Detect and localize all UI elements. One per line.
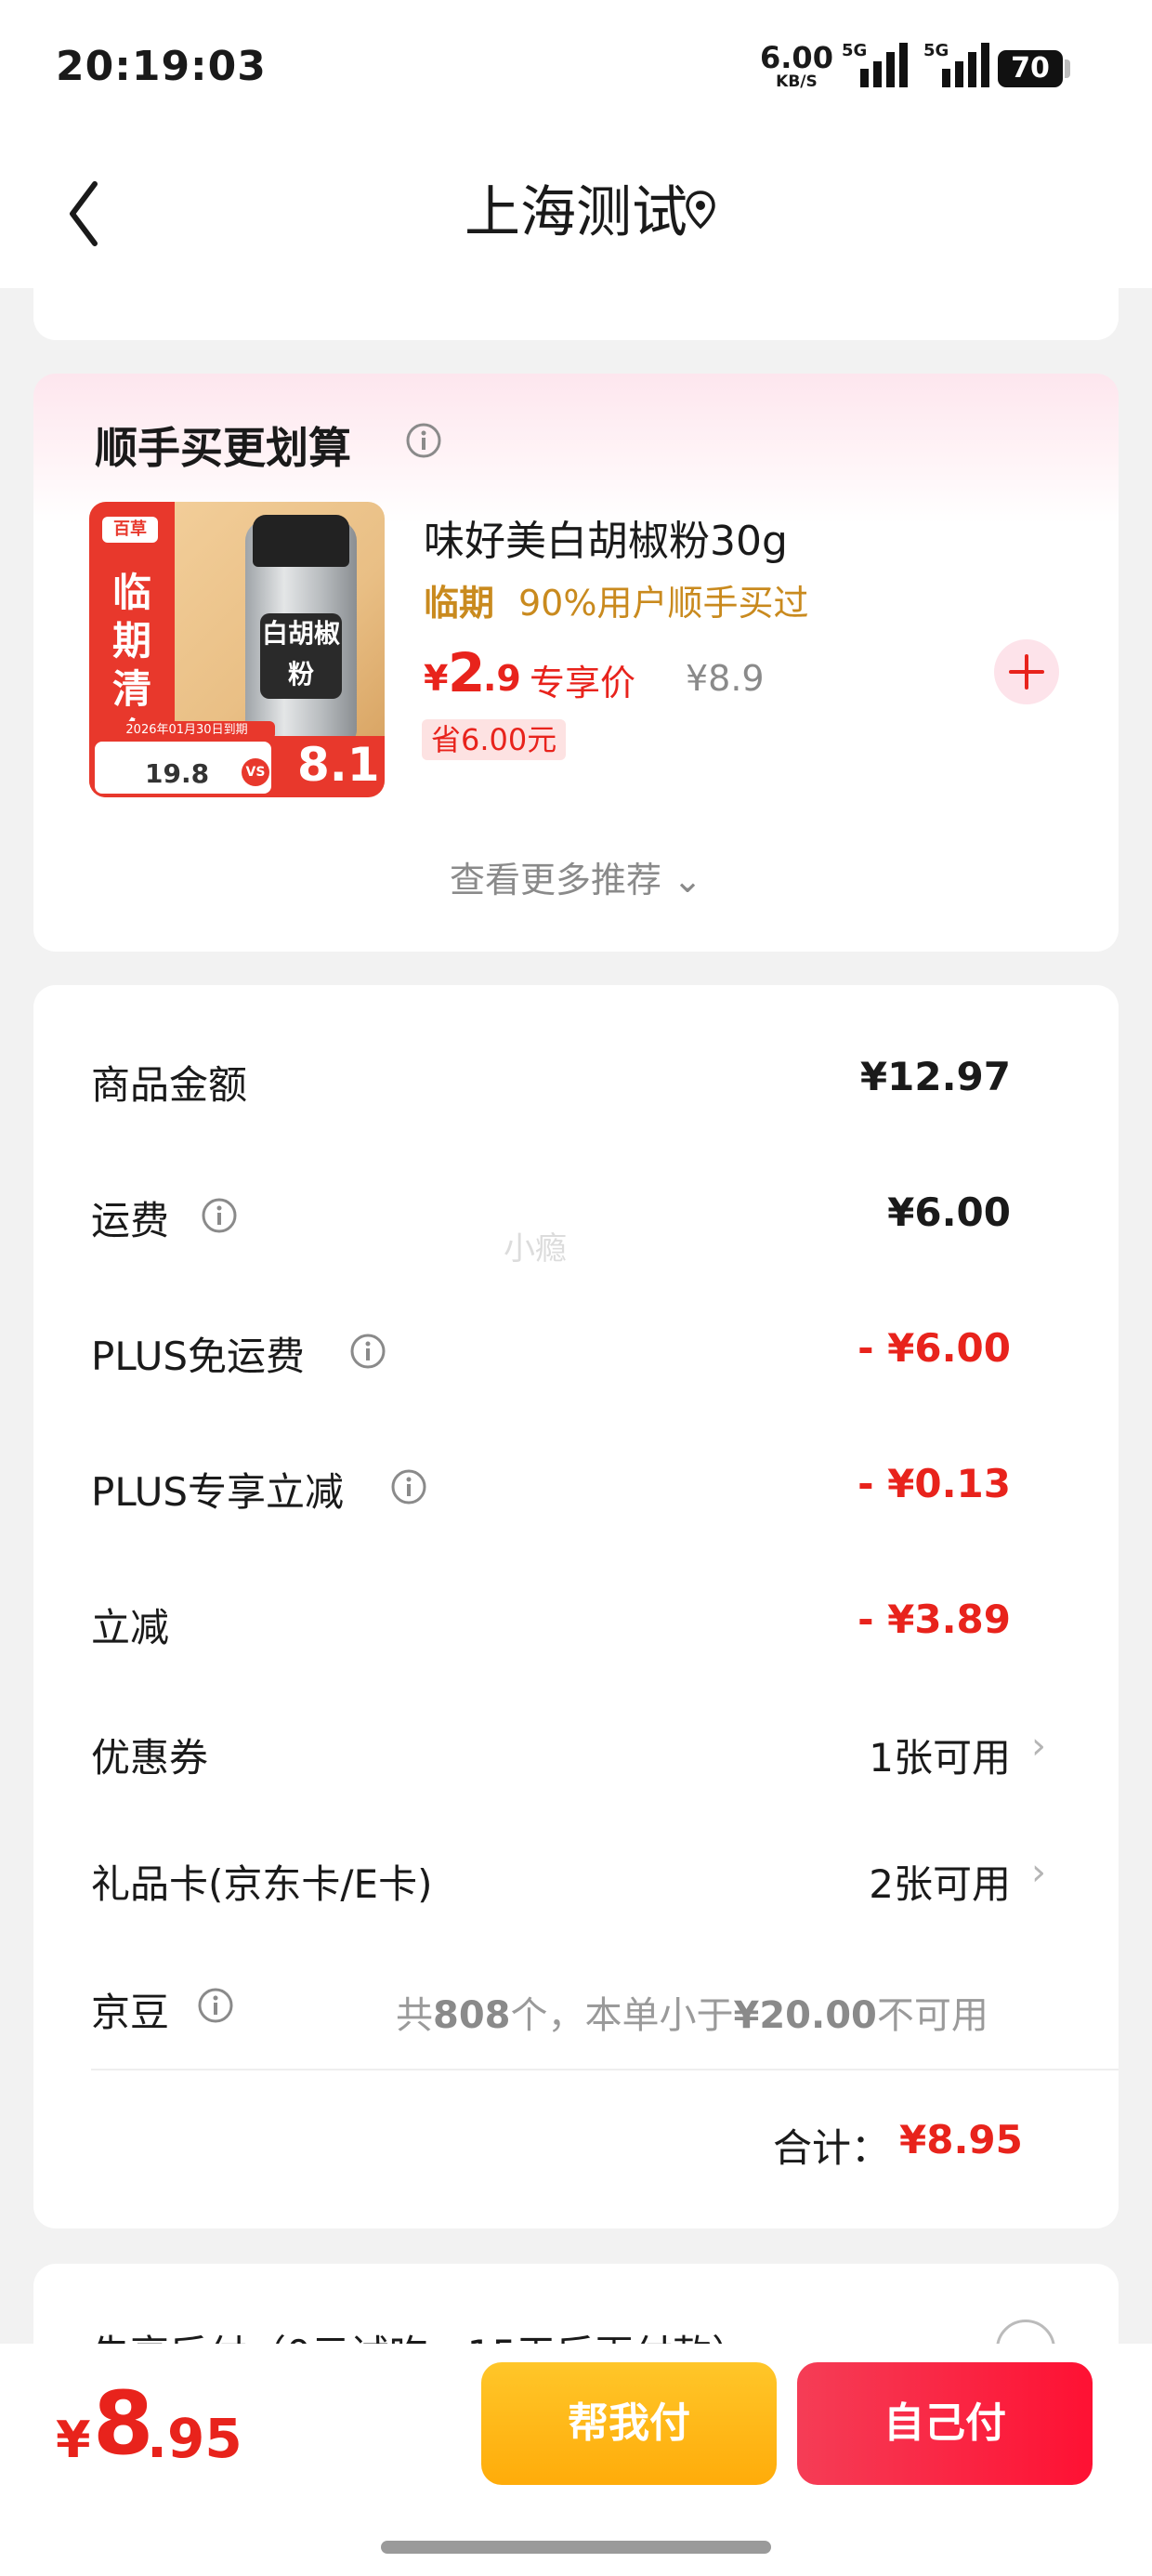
see-more-recommendations[interactable]: 查看更多推荐 ⌄ xyxy=(0,851,1152,902)
row-value-shipping: ¥6.00 xyxy=(887,1189,1011,1235)
plus-discount-info-icon[interactable] xyxy=(390,1468,427,1505)
row-label-instant-discount: 立减 xyxy=(91,1605,170,1650)
row-label-gift-card[interactable]: 礼品卡(京东卡/E卡) xyxy=(91,1853,432,1910)
product-name[interactable]: 味好美白胡椒粉30g xyxy=(424,507,788,567)
beans-count: 808 xyxy=(433,1994,511,2037)
gift-card-chevron-right-icon[interactable]: › xyxy=(1031,1851,1046,1894)
beans-post: 不可用 xyxy=(876,1994,988,2037)
row-value-plus-free-shipping: - ¥6.00 xyxy=(857,1325,1011,1371)
shipping-info-icon[interactable] xyxy=(201,1197,238,1234)
network-speed-unit: KB/S xyxy=(776,72,818,91)
battery-icon: 70 xyxy=(998,50,1063,87)
row-label-shipping: 运费 xyxy=(91,1198,170,1243)
product-save-badge: 省6.00元 xyxy=(422,719,567,760)
total-divider xyxy=(91,2069,1119,2070)
home-indicator[interactable] xyxy=(381,2541,771,2554)
pay-myself-button[interactable]: 自己付 xyxy=(797,2362,1093,2485)
row-value-instant-discount: - ¥3.89 xyxy=(857,1597,1011,1642)
beans-limit: ¥20.00 xyxy=(733,1994,877,2037)
row-label-goods-amount: 商品金额 xyxy=(91,1062,248,1108)
row-label-plus-discount: PLUS专享立减 xyxy=(91,1469,345,1515)
row-label-plus-free-shipping: PLUS免运费 xyxy=(91,1334,306,1379)
subtotal-label: 合计： xyxy=(773,2125,891,2171)
row-label-coupon[interactable]: 优惠券 xyxy=(91,1727,208,1783)
page-title: 上海测试 xyxy=(465,180,687,245)
product-original-price: ¥8.9 xyxy=(686,658,765,699)
help-me-pay-button[interactable]: 帮我付 xyxy=(481,2362,777,2485)
plus-free-shipping-info-icon[interactable] xyxy=(349,1333,386,1370)
coupon-chevron-right-icon[interactable]: › xyxy=(1031,1725,1046,1768)
image-old-price: 19.8 xyxy=(145,758,210,789)
product-price-yen: ¥ xyxy=(424,658,449,699)
image-date: 2026年01月30日到期 xyxy=(98,721,275,740)
pay-total-decimal: .95 xyxy=(147,2407,242,2470)
row-value-coupon[interactable]: 1张可用 xyxy=(869,1727,1011,1783)
product-price-integer: 2 xyxy=(448,641,486,704)
jd-beans-info-icon[interactable] xyxy=(197,1987,234,2024)
image-new-price: 8.1 xyxy=(297,738,380,792)
row-value-goods-amount: ¥12.97 xyxy=(859,1054,1011,1099)
row-label-jd-beans: 京豆 xyxy=(91,1990,170,2035)
add-to-cart-plus-icon[interactable] xyxy=(994,639,1059,704)
recommend-title: 顺手买更划算 xyxy=(95,423,351,473)
battery-tip xyxy=(1065,59,1070,78)
row-value-plus-discount: - ¥0.13 xyxy=(857,1461,1011,1506)
pay-total-integer: 8 xyxy=(93,2373,154,2475)
network-speed: 6.00 KB/S xyxy=(760,43,833,90)
product-users-text: 90%用户顺手买过 xyxy=(518,583,809,624)
subtotal-value: ¥8.95 xyxy=(899,2117,1023,2162)
watermark-text: 小瘾 xyxy=(504,1230,567,1268)
product-expiry-tag: 临期 xyxy=(424,583,495,624)
product-image[interactable]: 百草 临期清仓 白胡椒粉 2026年01月30日到期 19.8 VS 8.1 xyxy=(89,502,385,797)
beans-mid: 个，本单小于 xyxy=(510,1994,734,2037)
location-pin-icon[interactable] xyxy=(684,190,717,230)
status-time: 20:19:03 xyxy=(56,43,267,90)
image-bottle-cap xyxy=(253,515,349,567)
beans-pre: 共 xyxy=(396,1994,433,2037)
network-speed-value: 6.00 xyxy=(760,40,833,75)
pay-total-yen: ¥ xyxy=(56,2411,91,2469)
previous-card-bottom xyxy=(33,269,1119,340)
image-vs-badge: VS xyxy=(242,758,269,786)
product-exclusive-label: 专享价 xyxy=(530,663,636,703)
row-value-gift-card[interactable]: 2张可用 xyxy=(869,1853,1011,1910)
jd-beans-note: 共808个，本单小于¥20.00不可用 xyxy=(396,1985,988,2039)
info-icon[interactable] xyxy=(405,422,442,459)
image-bottle-label: 白胡椒粉 xyxy=(260,613,342,699)
product-price-decimal: .9 xyxy=(483,658,521,699)
image-logo: 百草 xyxy=(102,517,158,543)
